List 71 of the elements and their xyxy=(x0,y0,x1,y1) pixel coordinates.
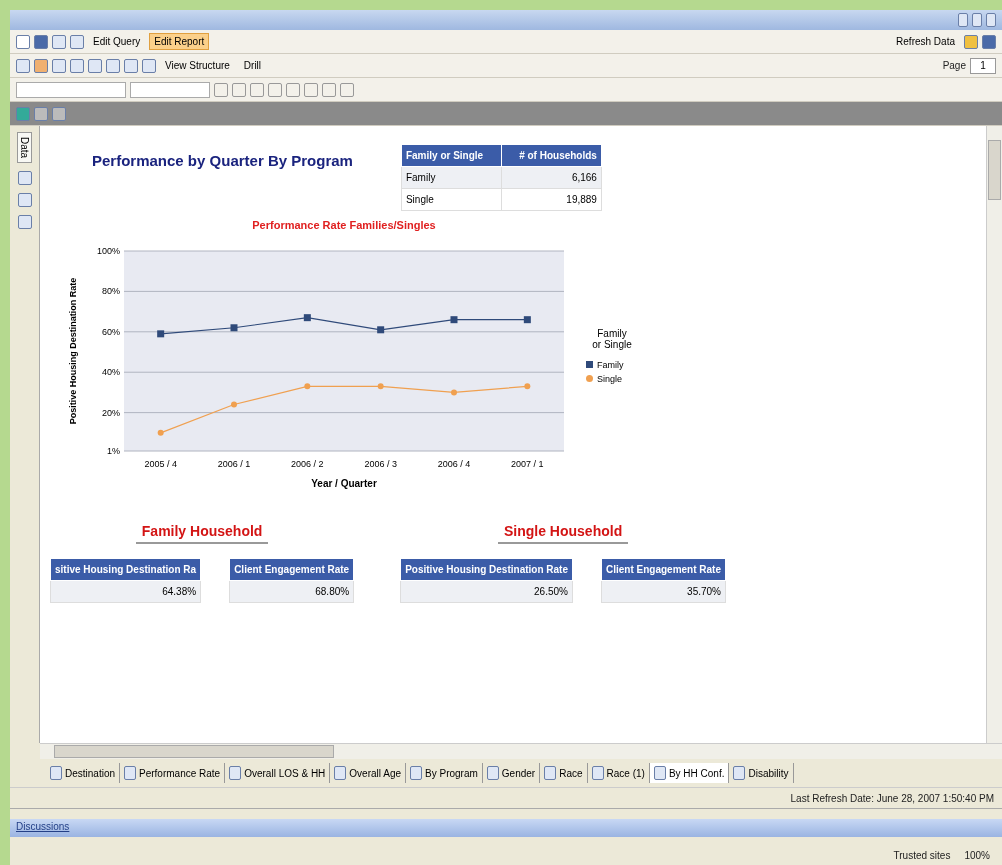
table-cell: 64.38% xyxy=(50,580,201,603)
x-tick-label: 2006 / 2 xyxy=(291,459,324,469)
column-header: Positive Housing Destination Rate xyxy=(400,558,573,581)
discussions-bar[interactable]: Discussions xyxy=(10,819,1002,837)
sheet-tab[interactable]: Performance Rate xyxy=(120,763,226,783)
data-tab[interactable]: Data xyxy=(17,132,32,164)
data-point xyxy=(377,383,384,390)
y-tick-label: 20% xyxy=(102,407,120,418)
y-tick-label: 1% xyxy=(107,446,120,456)
sheet-tab[interactable]: Race (1) xyxy=(587,763,650,783)
data-point xyxy=(451,389,457,396)
column-header: # of Households xyxy=(501,144,602,167)
column-header: Client Engagement Rate xyxy=(601,558,726,581)
y-tick-label: 80% xyxy=(102,286,120,297)
edit-button[interactable]: Edit Report xyxy=(149,33,210,50)
view-structure-button[interactable]: View Structure xyxy=(160,57,235,74)
sheet-tab[interactable]: By HH Conf. xyxy=(649,763,730,783)
font-field[interactable] xyxy=(16,81,126,98)
data-point xyxy=(157,330,165,338)
table-cell: 68.80% xyxy=(229,580,354,603)
horizontal-scrollbar[interactable] xyxy=(40,743,1002,759)
y-tick-label: 40% xyxy=(102,367,120,378)
column-header: Client Engagement Rate xyxy=(229,558,354,581)
x-tick-label: 2006 / 1 xyxy=(217,459,251,469)
y-tick-label: 60% xyxy=(102,326,120,337)
data-point xyxy=(230,324,238,332)
font-size-field[interactable] xyxy=(130,81,210,98)
section-heading: Family Household xyxy=(135,523,269,544)
sheet-tab[interactable]: Race xyxy=(540,763,588,783)
page-label: Page xyxy=(942,60,966,71)
legend-label: Family xyxy=(597,360,624,370)
security-zone: Trusted sites xyxy=(893,849,951,861)
vertical-scrollbar[interactable] xyxy=(986,126,1002,743)
refresh-data-button[interactable]: Refresh Data xyxy=(891,33,960,50)
data-point xyxy=(450,316,458,324)
data-point xyxy=(377,326,385,334)
section-heading: Single Household xyxy=(497,523,629,544)
legend-label: Single xyxy=(597,374,623,384)
x-tick-label: 2006 / 3 xyxy=(364,459,397,469)
sheet-tab[interactable]: Destination xyxy=(46,763,121,783)
sheet-tab[interactable]: Disability xyxy=(729,763,794,783)
data-point xyxy=(157,429,164,436)
y-tick-label: 100% xyxy=(96,246,120,256)
x-tick-label: 2005 / 4 xyxy=(144,459,177,469)
x-axis-title: Year / Quarter xyxy=(311,478,377,489)
table-cell: 26.50% xyxy=(400,580,573,603)
last-refresh-date: Last Refresh Date: June 28, 2007 1:50:40 PM xyxy=(790,792,994,804)
table-cell: 35.70% xyxy=(601,580,726,603)
x-tick-label: 2007 / 1 xyxy=(511,459,544,469)
edit-button[interactable]: Edit Query xyxy=(88,33,146,50)
data-point xyxy=(303,314,311,322)
x-tick-label: 2006 / 4 xyxy=(437,459,471,469)
column-header: Family or Single xyxy=(401,144,502,167)
y-axis-title: Positive Housing Destination Rate xyxy=(68,277,78,425)
chart-title: Performance Rate Families/Singles xyxy=(252,219,436,231)
data-point xyxy=(524,383,531,390)
sheet-tab[interactable]: By Program xyxy=(406,763,483,783)
table-cell: Family xyxy=(401,166,502,189)
report-title: Performance by Quarter By Program xyxy=(92,152,353,169)
zoom-level: 100% xyxy=(964,849,990,861)
sheet-tab[interactable]: Overall LOS & HH xyxy=(225,763,331,783)
sheet-tab[interactable]: Gender xyxy=(482,763,541,783)
data-point xyxy=(304,383,311,390)
page-field[interactable]: 1 xyxy=(970,57,996,74)
column-header: sitive Housing Destination Ra xyxy=(50,558,201,581)
sheet-tab[interactable]: Overall Age xyxy=(330,763,407,783)
data-point xyxy=(231,401,237,408)
table-cell: Single xyxy=(401,188,502,211)
drill-button[interactable]: Drill xyxy=(238,57,267,74)
legend-title: Family or Single xyxy=(592,328,632,350)
data-point xyxy=(523,316,531,324)
